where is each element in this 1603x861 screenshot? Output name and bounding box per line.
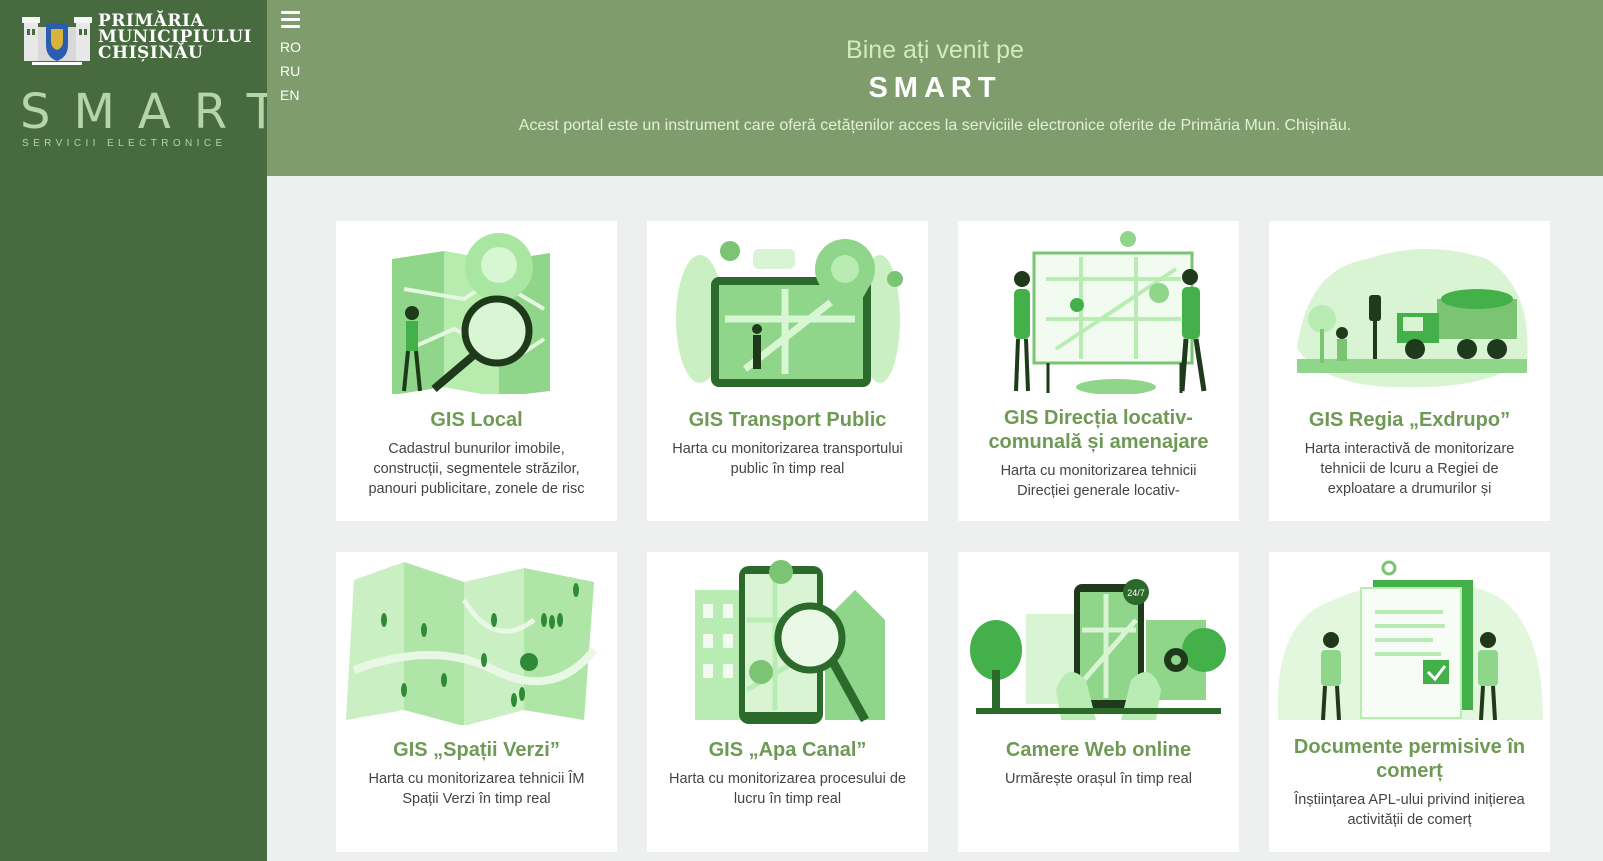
- card-title: Documente permisive în comerț: [1293, 736, 1526, 782]
- card-description: Urmărește orașul în timp real: [1005, 771, 1192, 787]
- card-description: Harta cu monitorizarea tehnicii Direcție…: [1000, 463, 1197, 499]
- card-description: Cadastrul bunurilor imobile, construcții…: [368, 441, 585, 497]
- card-title: GIS „Spații Verzi”: [393, 739, 560, 761]
- service-card-documente-comert[interactable]: Documente permisive în comerț Înștiințar…: [1269, 552, 1550, 852]
- svg-text:24/7: 24/7: [1127, 588, 1145, 598]
- service-card-camere-web[interactable]: 24/7 Camere Web online Urmărește orașul …: [958, 552, 1239, 852]
- card-description: Înștiințarea APL-ului privind inițierea …: [1294, 792, 1525, 828]
- map-magnifier-illustration-icon: [392, 233, 550, 394]
- service-card-apa-canal[interactable]: GIS „Apa Canal” Harta cu monitorizarea p…: [647, 552, 928, 852]
- brand-logo-text: SMART: [20, 84, 299, 140]
- city-map-people-illustration-icon: [1014, 231, 1207, 394]
- header-banner: RO RU EN Bine ați venit pe SMART Acest p…: [267, 0, 1603, 176]
- transport-map-illustration-icon: [676, 239, 903, 387]
- green-map-illustration-icon: [346, 562, 598, 725]
- card-title: GIS Regia „Exdrupo”: [1308, 409, 1511, 431]
- webcam-city-illustration-icon: 24/7: [970, 579, 1226, 720]
- page-title: SMART: [868, 72, 1002, 104]
- brand-subtitle: SERVICII ELECTRONICE: [22, 138, 227, 149]
- city-crest-icon: [22, 17, 92, 65]
- service-card-gis-local[interactable]: GIS Local Cadastrul bunurilor imobile, c…: [336, 221, 617, 521]
- card-title: GIS „Apa Canal”: [708, 739, 867, 761]
- intro-text: Acest portal este un instrument care ofe…: [518, 117, 1352, 134]
- sidebar: PRIMĂRIA MUNICIPIULUI CHIȘINĂU SMART SER…: [0, 0, 299, 861]
- card-title: GIS Local: [430, 409, 523, 431]
- card-description: Harta interactivă de monitorizare tehnic…: [1304, 441, 1515, 497]
- service-card-gis-directia[interactable]: GIS Direcția locativ-comunală și amenaja…: [958, 221, 1239, 521]
- card-title: GIS Direcția locativ-comunală și amenaja…: [988, 407, 1209, 453]
- card-description: Harta cu monitorizarea transportului pub…: [672, 441, 903, 477]
- service-card-gis-transport[interactable]: GIS Transport Public Harta cu monitoriza…: [647, 221, 928, 521]
- welcome-text: Bine ați venit pe: [846, 36, 1024, 64]
- card-title: GIS Transport Public: [688, 409, 887, 431]
- documents-illustration-icon: [1277, 560, 1543, 721]
- org-name-line-3: CHIȘINĂU: [98, 43, 204, 63]
- phone-map-illustration-icon: [695, 560, 885, 724]
- card-description: Harta cu monitorizarea tehnicii ÎM Spați…: [368, 771, 585, 807]
- service-card-gis-exdrupo[interactable]: GIS Regia „Exdrupo” Harta interactivă de…: [1269, 221, 1550, 521]
- org-name: PRIMĂRIA MUNICIPIULUI CHIȘINĂU: [98, 13, 252, 63]
- card-title: Camere Web online: [1005, 739, 1192, 761]
- card-description: Harta cu monitorizarea procesului de luc…: [669, 771, 906, 807]
- service-card-spatii-verzi[interactable]: GIS „Spații Verzi” Harta cu monitorizare…: [336, 552, 617, 852]
- hamburger-menu-icon[interactable]: [281, 11, 300, 28]
- logo[interactable]: PRIMĂRIA MUNICIPIULUI CHIȘINĂU: [22, 13, 252, 65]
- road-truck-illustration-icon: [1297, 249, 1528, 388]
